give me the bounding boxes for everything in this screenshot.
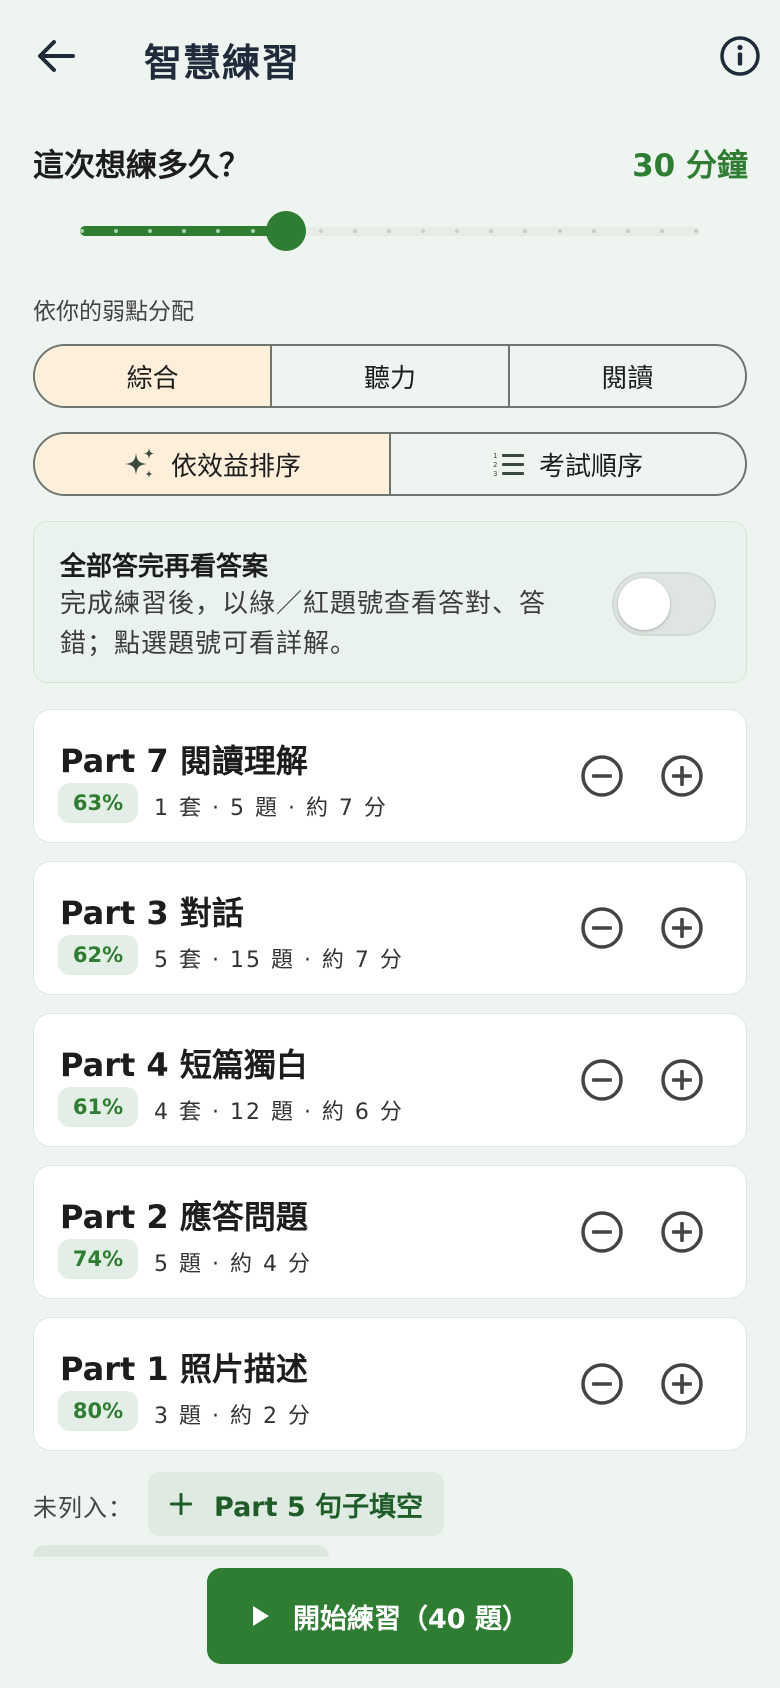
info-circle-icon (720, 36, 760, 76)
slider-tick (557, 229, 562, 233)
tab-listening[interactable]: 聽力 (272, 346, 510, 406)
part-title: Part 3 對話 (60, 894, 244, 932)
part-card: Part 7 閱讀理解 63% 1 套 · 5 題 · 約 7 分 (33, 709, 747, 843)
accuracy-badge: 63% (58, 783, 138, 823)
review-toggle-title: 全部答完再看答案 (60, 552, 269, 582)
review-toggle-switch[interactable] (612, 572, 716, 636)
chip-partial[interactable] (33, 1545, 329, 1557)
part-meta: 1 套 · 5 題 · 約 7 分 (154, 796, 388, 821)
duration-label: 這次想練多久？ (33, 148, 250, 184)
part-meta: 4 套 · 12 題 · 約 6 分 (154, 1100, 404, 1125)
slider-tick (591, 229, 596, 233)
start-practice-button[interactable]: 開始練習（40 題） (207, 1568, 573, 1664)
duration-value: 30 分鐘 (632, 148, 748, 184)
part-card: Part 4 短篇獨白 61% 4 套 · 12 題 · 約 6 分 (33, 1013, 747, 1147)
slider-tick (387, 229, 391, 233)
slider-tick (318, 229, 323, 233)
back-button[interactable] (34, 34, 78, 78)
minus-circle-icon[interactable] (580, 906, 624, 950)
plus-circle-icon[interactable] (660, 754, 704, 798)
numbered-list-icon: 1 2 3 (493, 452, 524, 478)
minus-circle-icon[interactable] (580, 1362, 624, 1406)
tab-comprehensive[interactable]: 綜合 (35, 346, 273, 406)
start-button-label: 開始練習（40 題） (293, 1603, 529, 1635)
arrow-left-icon (38, 40, 75, 72)
part-title: Part 7 閱讀理解 (60, 742, 308, 780)
part-card: Part 2 應答問題 74% 5 題 · 約 4 分 (33, 1165, 747, 1299)
duration-slider[interactable] (80, 210, 700, 252)
slider-tick (625, 229, 630, 233)
tab-reading[interactable]: 閱讀 (510, 346, 745, 406)
add-part-chip[interactable]: Part 5 句子填空 (148, 1472, 444, 1536)
plus-circle-icon[interactable] (660, 1058, 704, 1102)
review-toggle-description: 完成練習後，以綠／紅題號查看答對、答錯；點選題號可看詳解。 (60, 589, 547, 659)
tab-label: 考試順序 (538, 451, 643, 482)
tab-exam-order[interactable]: 1 2 3 考試順序 (391, 434, 745, 494)
slider-thumb[interactable] (266, 211, 307, 251)
chip-label: Part 5 句子填空 (214, 1491, 424, 1523)
skill-segmented-control: 綜合 聽力 閱讀 (33, 344, 747, 408)
app-header: 智慧練習 (0, 0, 780, 112)
order-segmented-control: 依效益排序 1 2 3 考試順序 (33, 432, 747, 496)
part-meta: 5 題 · 約 4 分 (154, 1252, 312, 1277)
part-title: Part 1 照片描述 (60, 1350, 308, 1388)
part-card: Part 3 對話 62% 5 套 · 15 題 · 約 7 分 (33, 861, 747, 995)
minus-circle-icon[interactable] (580, 754, 624, 798)
accuracy-badge: 61% (58, 1087, 138, 1127)
svg-text:1: 1 (493, 452, 497, 460)
allocation-label: 依你的弱點分配 (33, 299, 194, 325)
unlisted-label: 未列入： (33, 1494, 133, 1522)
plus-circle-icon[interactable] (660, 1362, 704, 1406)
minus-circle-icon[interactable] (580, 1210, 624, 1254)
accuracy-badge: 74% (58, 1239, 138, 1279)
switch-knob (618, 578, 670, 630)
slider-tick (250, 229, 255, 233)
page-title: 智慧練習 (144, 41, 301, 85)
tab-label: 依效益排序 (170, 451, 301, 482)
svg-text:3: 3 (493, 470, 497, 478)
tab-sort-by-benefit[interactable]: 依效益排序 (35, 434, 391, 494)
slider-tick (694, 229, 698, 233)
svg-text:2: 2 (493, 461, 497, 469)
slider-tick (659, 229, 664, 233)
accuracy-badge: 80% (58, 1391, 138, 1431)
tab-label: 閱讀 (601, 363, 654, 394)
tab-label: 綜合 (126, 363, 179, 394)
plus-circle-icon[interactable] (660, 1210, 704, 1254)
minus-circle-icon[interactable] (580, 1058, 624, 1102)
tab-label: 聽力 (363, 363, 416, 394)
review-settings-card: 全部答完再看答案 完成練習後，以綠／紅題號查看答對、答錯；點選題號可看詳解。 (33, 521, 747, 683)
part-card: Part 1 照片描述 80% 3 題 · 約 2 分 (33, 1317, 747, 1451)
plus-icon (170, 1493, 192, 1515)
part-meta: 5 套 · 15 題 · 約 7 分 (154, 948, 404, 973)
info-button[interactable] (718, 34, 762, 78)
part-meta: 3 題 · 約 2 分 (154, 1404, 312, 1429)
plus-circle-icon[interactable] (660, 906, 704, 950)
accuracy-badge: 62% (58, 935, 138, 975)
slider-tick (352, 229, 357, 233)
part-title: Part 4 短篇獨白 (60, 1046, 308, 1084)
slider-tick (80, 229, 84, 233)
play-icon (253, 1606, 269, 1626)
sparkle-icon (124, 448, 154, 478)
part-title: Part 2 應答問題 (60, 1198, 308, 1236)
